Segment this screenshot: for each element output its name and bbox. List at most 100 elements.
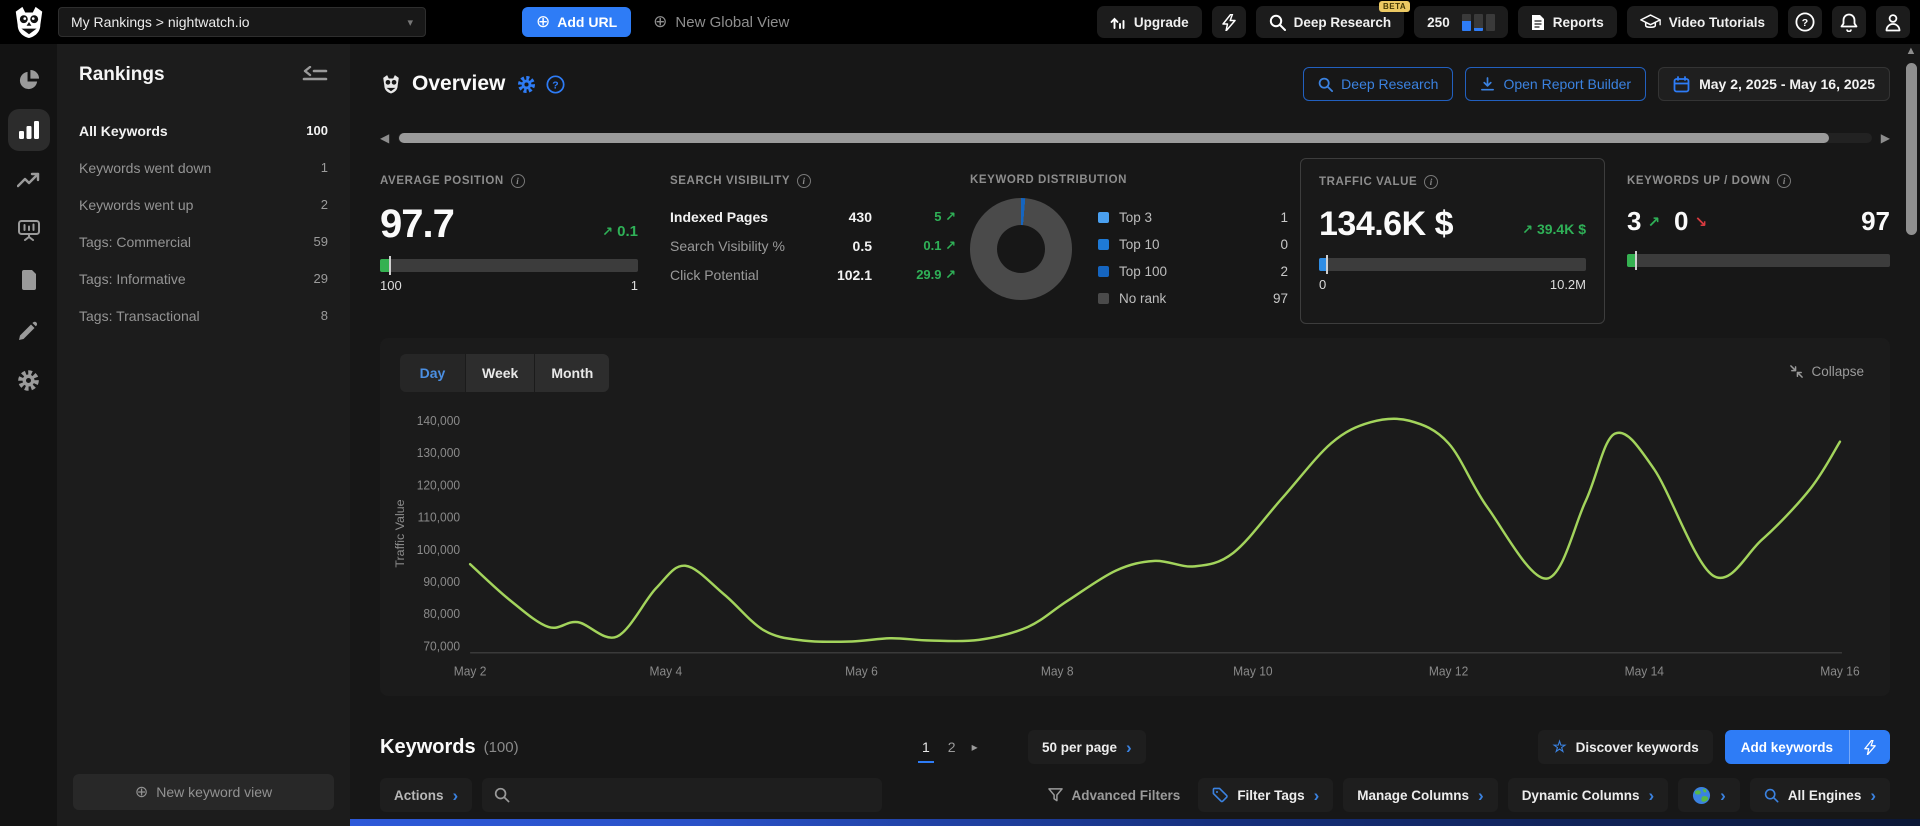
search-icon — [1318, 77, 1334, 92]
metric-change: 0.1 ↗ — [923, 237, 956, 253]
legend-row: Top 10 0 — [1098, 231, 1288, 258]
nav-pages-icon[interactable] — [17, 268, 41, 292]
tab-day[interactable]: Day — [400, 354, 466, 392]
tab-month[interactable]: Month — [535, 354, 610, 392]
scale-max: 10.2M — [1549, 277, 1586, 292]
nav-notes-pencil-icon[interactable] — [17, 318, 41, 342]
lightning-button[interactable] — [1211, 6, 1246, 38]
discover-keywords-button[interactable]: ☆ Discover keywords — [1538, 730, 1713, 764]
add-keywords-quick-icon[interactable] — [1850, 730, 1890, 764]
average-position-range[interactable] — [380, 256, 638, 275]
help-button[interactable]: ? — [1788, 6, 1822, 38]
svg-text:120,000: 120,000 — [417, 478, 461, 492]
notifications-button[interactable] — [1832, 6, 1866, 38]
new-global-view-button[interactable]: ⊕ New Global View — [653, 12, 789, 32]
dynamic-columns-button[interactable]: Dynamic Columns › — [1507, 778, 1669, 812]
metric-change: 29.9 ↗ — [916, 266, 956, 282]
traffic-line-chart[interactable]: 70,000 80,000 90,000 100,000 110,000 120,000 1… — [390, 406, 1872, 688]
nav-dashboard-pie-icon[interactable] — [17, 68, 41, 92]
date-range-picker[interactable]: May 2, 2025 - May 16, 2025 — [1658, 67, 1890, 101]
project-selector-value: My Rankings > nightwatch.io — [71, 14, 250, 30]
add-url-button[interactable]: ⊕ Add URL — [522, 7, 632, 37]
account-button[interactable] — [1876, 6, 1910, 38]
scrollbar-thumb[interactable] — [399, 133, 1829, 143]
nav-site-audit-icon[interactable] — [17, 218, 41, 242]
rankings-panel: Rankings All Keywords 100 Keywords went do… — [57, 44, 350, 826]
tab-week[interactable]: Week — [466, 354, 536, 392]
next-page-icon[interactable]: ▸ — [972, 740, 978, 754]
metric-value: 0.5 — [852, 237, 872, 254]
open-report-builder-button[interactable]: Open Report Builder — [1465, 67, 1647, 101]
scroll-left-icon[interactable]: ◀ — [380, 132, 389, 144]
metric-label: Search Visibility % — [670, 237, 785, 254]
collapse-chart-button[interactable]: Collapse — [1789, 364, 1864, 379]
manage-columns-button[interactable]: Manage Columns › — [1343, 778, 1498, 812]
sidebar-item-label: Keywords went down — [79, 159, 212, 176]
reports-button[interactable]: Reports — [1517, 6, 1617, 38]
nav-trends-icon[interactable] — [16, 168, 41, 192]
upgrade-button[interactable]: Upgrade — [1096, 6, 1202, 38]
per-page-select[interactable]: 50 per page › — [1028, 730, 1146, 764]
location-button[interactable]: › — [1678, 778, 1740, 812]
search-input[interactable] — [519, 787, 871, 803]
scrollbar-track[interactable] — [398, 133, 1872, 143]
svg-text:?: ? — [1802, 17, 1808, 29]
nav-rankings-bar-chart-icon[interactable] — [7, 109, 50, 151]
view-settings-gear-icon[interactable] — [517, 75, 536, 94]
all-engines-button[interactable]: All Engines › — [1749, 778, 1890, 812]
sidebar-item[interactable]: Keywords went down 1 — [79, 149, 328, 186]
chevron-right-icon: › — [1126, 737, 1132, 757]
dynamic-columns-label: Dynamic Columns — [1521, 787, 1640, 803]
new-keyword-view-button[interactable]: ⊕ New keyword view — [73, 774, 334, 810]
info-icon[interactable]: i — [510, 174, 525, 188]
credits-button[interactable]: 250 — [1414, 6, 1508, 38]
tag-icon — [1212, 787, 1229, 803]
sidebar-item[interactable]: Tags: Informative 29 — [79, 260, 328, 297]
svg-text:May 2: May 2 — [454, 664, 487, 678]
info-icon[interactable]: i — [797, 174, 812, 188]
average-position-value: 97.7 — [380, 202, 455, 246]
nightwatch-logo-icon[interactable] — [10, 3, 48, 41]
nav-settings-gear-icon[interactable] — [17, 368, 41, 392]
chevron-right-icon: › — [1478, 785, 1484, 805]
average-position-card: AVERAGE POSITION i 97.7 ↗ 0.1 100 1 — [380, 158, 638, 293]
page-1[interactable]: 1 — [918, 735, 934, 763]
help-circle-icon[interactable]: ? — [546, 74, 565, 94]
keywords-up-down-range[interactable] — [1627, 251, 1890, 270]
keywords-header: Keywords (100) 1 2 ▸ 50 per page › ☆ Disco… — [380, 730, 1890, 764]
legend-value: 97 — [1272, 291, 1288, 306]
video-tutorials-button[interactable]: Video Tutorials — [1626, 6, 1778, 38]
globe-icon — [1693, 786, 1711, 804]
page-2[interactable]: 2 — [946, 735, 958, 759]
collapse-panel-icon[interactable] — [302, 66, 328, 84]
sidebar-item[interactable]: All Keywords 100 — [79, 112, 328, 149]
sidebar-item[interactable]: Tags: Commercial 59 — [79, 223, 328, 260]
deep-research-header-button[interactable]: Deep Research — [1303, 67, 1454, 101]
lightning-icon — [1221, 13, 1236, 31]
search-icon — [1764, 788, 1779, 802]
legend-swatch-icon — [1098, 239, 1109, 250]
filter-tags-button[interactable]: Filter Tags › — [1198, 778, 1334, 812]
rankings-list: All Keywords 100 Keywords went down 1 Keywor… — [79, 112, 328, 334]
deep-research-button[interactable]: Deep Research BETA — [1255, 1, 1411, 38]
scrollbar-thumb[interactable] — [1905, 63, 1917, 235]
svg-text:Traffic Value: Traffic Value — [393, 499, 407, 567]
advanced-filters-button[interactable]: Advanced Filters — [1047, 788, 1180, 803]
info-icon[interactable]: i — [1777, 174, 1792, 188]
sidebar-item[interactable]: Tags: Transactional 8 — [79, 297, 328, 334]
info-icon[interactable]: i — [1424, 175, 1439, 189]
add-keywords-button[interactable]: Add keywords — [1724, 730, 1890, 764]
traffic-value-range[interactable] — [1319, 255, 1586, 274]
collapse-label: Collapse — [1811, 364, 1864, 379]
sidebar-item[interactable]: Keywords went up 2 — [79, 186, 328, 223]
project-selector[interactable]: My Rankings > nightwatch.io ▾ — [58, 7, 426, 37]
legend-label: No rank — [1119, 291, 1167, 306]
new-keyword-view-label: New keyword view — [156, 784, 273, 800]
scroll-right-icon[interactable]: ▶ — [1881, 132, 1890, 144]
actions-button[interactable]: Actions › — [380, 778, 473, 812]
svg-text:May 14: May 14 — [1625, 664, 1665, 678]
keywords-search[interactable] — [482, 778, 883, 812]
sidebar-item-count: 1 — [320, 160, 328, 175]
keywords-up-down-title: KEYWORDS UP / DOWN — [1627, 175, 1771, 187]
scroll-up-icon[interactable]: ▲ — [1906, 46, 1917, 57]
